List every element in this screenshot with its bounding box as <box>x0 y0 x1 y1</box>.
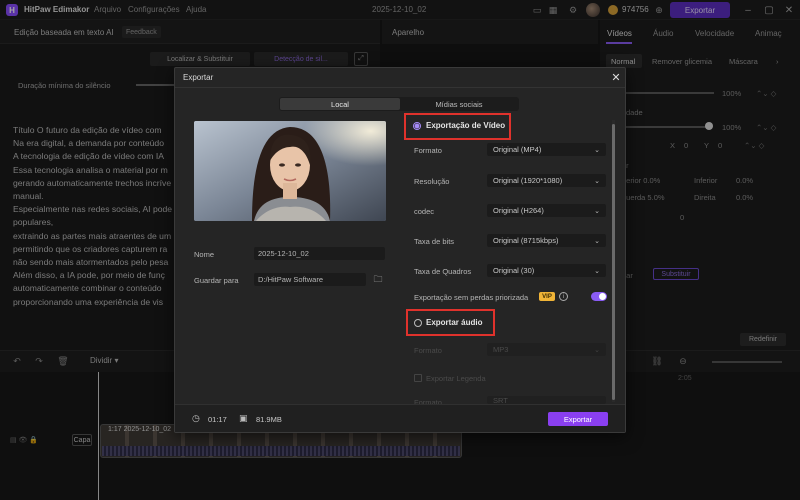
save-path-input[interactable]: D:/HitPaw Software <box>254 273 366 286</box>
clock-icon: ◷ <box>192 413 200 423</box>
codec-label: codec <box>414 207 435 216</box>
file-size-value: 81.9MB <box>256 415 282 424</box>
vip-label: VIP <box>542 293 552 300</box>
scrollbar[interactable] <box>612 124 615 400</box>
portrait-image <box>194 121 386 221</box>
bitrate-value: Original (8715kbps) <box>493 236 559 245</box>
audio-export-title[interactable]: Exportar áudio <box>426 318 482 327</box>
subtitle-format-select[interactable]: SRT <box>487 396 606 404</box>
chevron-down-icon: ⌄ <box>594 177 600 185</box>
duration-value: 01:17 <box>208 415 227 424</box>
toggle-knob <box>599 293 606 300</box>
info-icon[interactable]: i <box>559 292 568 301</box>
audio-format-value: MP3 <box>493 345 509 354</box>
framerate-value: Original (30) <box>493 266 535 275</box>
bitrate-select[interactable]: Original (8715kbps) ⌄ <box>487 234 606 247</box>
save-to-label: Guardar para <box>194 276 239 285</box>
video-export-title[interactable]: Exportação de Vídeo <box>426 121 505 130</box>
dialog-title: Exportar <box>183 73 214 82</box>
chevron-down-icon: ⌄ <box>594 267 600 275</box>
chevron-down-icon: ⌄ <box>594 237 600 245</box>
resolution-select[interactable]: Original (1920*1080) ⌄ <box>487 174 606 187</box>
subtitle-format-value: SRT <box>493 396 508 404</box>
dialog-divider <box>175 87 625 88</box>
lossless-label: Exportação sem perdas priorizada <box>414 293 529 302</box>
video-export-radio[interactable] <box>413 122 421 130</box>
bitrate-label: Taxa de bits <box>414 237 455 246</box>
resolution-label: Resolução <box>414 177 450 186</box>
tab-local-label: Local <box>331 99 349 109</box>
file-size-icon: ▣ <box>239 413 248 423</box>
format-label: Formato <box>414 146 442 155</box>
name-label: Nome <box>194 250 215 259</box>
tab-social-media[interactable]: Mídias sociais <box>400 98 518 110</box>
close-icon[interactable]: ✕ <box>610 71 622 84</box>
folder-icon[interactable]: 🗀 <box>372 274 384 285</box>
format-value: Original (MP4) <box>493 145 542 154</box>
name-value: 2025-12-10_02 <box>258 249 309 258</box>
export-button[interactable]: Exportar <box>548 412 608 426</box>
chevron-down-icon: ⌄ <box>594 146 600 154</box>
resolution-value: Original (1920*1080) <box>493 176 563 185</box>
audio-format-select[interactable]: MP3 ⌄ <box>487 343 606 356</box>
audio-export-radio[interactable] <box>414 319 422 327</box>
tab-local[interactable]: Local <box>280 98 400 110</box>
export-subtitle-label: Exportar Legenda <box>426 374 486 383</box>
tab-social-label: Mídias sociais <box>435 99 483 109</box>
audio-format-label: Formato <box>414 346 442 355</box>
chevron-down-icon: ⌄ <box>594 207 600 215</box>
codec-value: Original (H264) <box>493 206 544 215</box>
framerate-select[interactable]: Original (30) ⌄ <box>487 264 606 277</box>
codec-select[interactable]: Original (H264) ⌄ <box>487 204 606 217</box>
framerate-label: Taxa de Quadros <box>414 267 472 276</box>
chevron-down-icon: ⌄ <box>594 346 600 354</box>
save-path-value: D:/HitPaw Software <box>258 275 324 284</box>
format-select[interactable]: Original (MP4) ⌄ <box>487 143 606 156</box>
export-subtitle-checkbox[interactable] <box>414 374 422 382</box>
video-thumbnail <box>194 121 386 221</box>
export-button-label: Exportar <box>563 414 593 424</box>
name-input[interactable]: 2025-12-10_02 <box>254 247 385 260</box>
vip-badge: VIP <box>539 292 555 301</box>
